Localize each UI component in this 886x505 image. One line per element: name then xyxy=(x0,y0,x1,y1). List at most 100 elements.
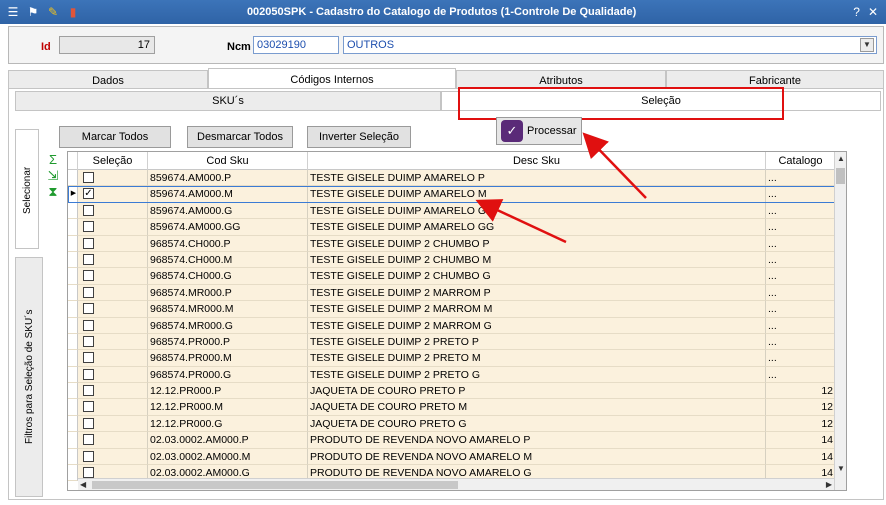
row-selection-cell xyxy=(78,317,148,334)
table-row[interactable]: 859674.AM000.G TESTE GISELE DUIMP AMARELO… xyxy=(68,202,836,220)
export-icon[interactable]: ⇲ xyxy=(45,169,61,183)
desc-sku-cell: TESTE GISELE DUIMP AMARELO G xyxy=(308,202,766,220)
table-row[interactable]: 02.03.0002.AM000.M PRODUTO DE REVENDA NOV… xyxy=(68,448,836,466)
ncm-label: Ncm xyxy=(227,41,251,53)
traffic-light-icon[interactable]: ⚑ xyxy=(26,5,40,19)
vertical-scroll-thumb[interactable] xyxy=(836,168,845,184)
row-checkbox[interactable] xyxy=(83,303,94,315)
scroll-right-icon[interactable]: ▶ xyxy=(826,480,832,489)
tab-dados[interactable]: Dados xyxy=(8,70,208,90)
grid-header-cod-sku[interactable]: Cod Sku xyxy=(148,152,308,170)
invert-selection-button[interactable]: Inverter Seleção xyxy=(307,126,411,148)
grid-header-catalogo[interactable]: Catalogo xyxy=(766,152,836,170)
row-checkbox[interactable] xyxy=(83,352,94,364)
ncm-description-select[interactable]: OUTROS ▼ xyxy=(343,36,877,54)
table-row[interactable]: ▶ ✓ 859674.AM000.M TESTE GISELE DUIMP AMARE… xyxy=(68,186,836,203)
row-checkbox[interactable] xyxy=(83,401,94,413)
table-row[interactable]: 12.12.PR000.M JAQUETA DE COURO PRETO M 12 xyxy=(68,399,836,416)
table-row[interactable]: 968574.CH000.M TESTE GISELE DUIMP 2 CHUMB… xyxy=(68,251,836,269)
row-checkbox[interactable] xyxy=(83,270,94,282)
tab-skus[interactable]: SKU´s xyxy=(15,91,441,111)
row-indicator xyxy=(68,301,78,318)
row-checkbox[interactable] xyxy=(83,368,94,380)
row-indicator xyxy=(68,251,78,269)
book-icon[interactable]: ▮ xyxy=(66,5,80,19)
row-selection-cell xyxy=(78,170,148,187)
row-selection-cell xyxy=(78,432,148,449)
grid-header-desc-sku[interactable]: Desc Sku xyxy=(308,152,766,170)
desc-sku-cell: PRODUTO DE REVENDA NOVO AMARELO P xyxy=(308,432,766,449)
unmark-all-button[interactable]: Desmarcar Todos xyxy=(187,126,293,148)
row-selection-cell xyxy=(78,268,148,285)
desc-sku-cell: TESTE GISELE DUIMP 2 MARROM P xyxy=(308,284,766,302)
cod-sku-cell: 859674.AM000.G xyxy=(148,202,308,220)
horizontal-scroll-thumb[interactable] xyxy=(92,481,458,489)
table-row[interactable]: 968574.PR000.P TESTE GISELE DUIMP 2 PRETO… xyxy=(68,333,836,351)
cod-sku-cell: 968574.PR000.G xyxy=(148,366,308,384)
table-row[interactable]: 12.12.PR000.G JAQUETA DE COURO PRETO G 12 xyxy=(68,415,836,433)
table-row[interactable]: 968574.CH000.G TESTE GISELE DUIMP 2 CHUMB… xyxy=(68,268,836,285)
table-row[interactable]: 968574.MR000.P TESTE GISELE DUIMP 2 MARRO… xyxy=(68,284,836,302)
catalogo-cell: ... xyxy=(766,170,836,187)
table-row[interactable]: 968574.MR000.M TESTE GISELE DUIMP 2 MARRO… xyxy=(68,301,836,318)
table-row[interactable]: 968574.PR000.G TESTE GISELE DUIMP 2 PRETO… xyxy=(68,366,836,384)
table-row[interactable]: 859674.AM000.GG TESTE GISELE DUIMP AMAREL… xyxy=(68,219,836,236)
wrench-icon[interactable]: ✎ xyxy=(46,5,60,19)
catalogo-cell: ... xyxy=(766,333,836,351)
cod-sku-cell: 968574.CH000.G xyxy=(148,268,308,285)
row-checkbox[interactable] xyxy=(83,253,94,265)
row-checkbox[interactable]: ✓ xyxy=(83,188,94,200)
cod-sku-cell: 859674.AM000.M xyxy=(148,186,308,203)
row-selection-cell xyxy=(78,301,148,318)
cod-sku-cell: 968574.CH000.M xyxy=(148,251,308,269)
tab-codigos-internos[interactable]: Códigos Internos xyxy=(208,68,456,90)
cod-sku-cell: 968574.PR000.P xyxy=(148,333,308,351)
ncm-code-field[interactable]: 03029190 xyxy=(253,36,339,54)
sum-icon[interactable]: Σ xyxy=(45,153,61,167)
row-checkbox[interactable] xyxy=(83,237,94,249)
row-checkbox[interactable] xyxy=(83,467,94,479)
check-circle-icon: ✓ xyxy=(501,120,523,142)
id-field[interactable]: 17 xyxy=(59,36,155,54)
mark-all-button[interactable]: Marcar Todos xyxy=(59,126,171,148)
window-title: 002050SPK - Cadastro do Catalogo de Prod… xyxy=(246,6,637,18)
row-indicator xyxy=(68,432,78,449)
help-icon[interactable]: ? xyxy=(853,5,860,19)
row-checkbox[interactable] xyxy=(83,204,94,216)
row-indicator xyxy=(68,383,78,400)
filter-icon[interactable]: ⧗ xyxy=(45,185,61,199)
chevron-down-icon[interactable]: ▼ xyxy=(860,38,874,52)
row-checkbox[interactable] xyxy=(83,450,94,462)
scroll-left-icon[interactable]: ◀ xyxy=(80,480,86,489)
table-row[interactable]: 12.12.PR000.P JAQUETA DE COURO PRETO P 12 xyxy=(68,383,836,400)
scroll-down-icon[interactable]: ▼ xyxy=(837,464,845,473)
tab-selecionar[interactable]: Selecionar xyxy=(15,129,39,249)
table-row[interactable]: 968574.CH000.P TESTE GISELE DUIMP 2 CHUMB… xyxy=(68,235,836,252)
row-checkbox[interactable] xyxy=(83,335,94,347)
row-checkbox[interactable] xyxy=(83,221,94,233)
vertical-scrollbar[interactable]: ▲ ▼ xyxy=(834,152,846,490)
process-button[interactable]: ✓ Processar xyxy=(496,117,582,145)
desc-sku-cell: TESTE GISELE DUIMP AMARELO M xyxy=(308,186,766,203)
catalogo-cell: ... xyxy=(766,301,836,318)
table-row[interactable]: 859674.AM000.P TESTE GISELE DUIMP AMARELO… xyxy=(68,170,836,187)
cod-sku-cell: 12.12.PR000.M xyxy=(148,399,308,416)
horizontal-scrollbar[interactable]: ◀ ▶ xyxy=(78,478,834,490)
row-checkbox[interactable] xyxy=(83,319,94,331)
row-checkbox[interactable] xyxy=(83,172,94,183)
row-checkbox[interactable] xyxy=(83,417,94,429)
table-row[interactable]: 968574.PR000.M TESTE GISELE DUIMP 2 PRETO… xyxy=(68,350,836,367)
sku-grid[interactable]: Seleção Cod Sku Desc Sku Catalogo 859674… xyxy=(67,151,847,491)
table-row[interactable]: 02.03.0002.AM000.P PRODUTO DE REVENDA NOV… xyxy=(68,432,836,449)
catalogo-cell: 14 xyxy=(766,432,836,449)
menu-icon[interactable]: ☰ xyxy=(6,5,20,19)
row-indicator xyxy=(68,350,78,367)
grid-header-selecao[interactable]: Seleção xyxy=(78,152,148,170)
close-icon[interactable]: ✕ xyxy=(868,5,878,19)
row-checkbox[interactable] xyxy=(83,434,94,446)
tab-filtros[interactable]: Filtros para Seleção de SKU´s xyxy=(15,257,43,497)
scroll-up-icon[interactable]: ▲ xyxy=(837,154,845,163)
table-row[interactable]: 968574.MR000.G TESTE GISELE DUIMP 2 MARRO… xyxy=(68,317,836,334)
row-checkbox[interactable] xyxy=(83,385,94,397)
row-checkbox[interactable] xyxy=(83,286,94,298)
